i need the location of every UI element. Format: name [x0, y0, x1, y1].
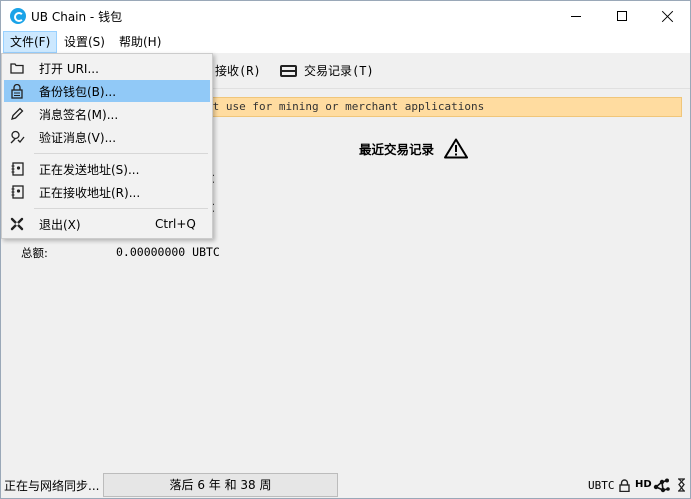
- menu-file[interactable]: 文件(F): [3, 31, 58, 53]
- minimize-icon: [571, 15, 581, 17]
- file-menu-dropdown: 打开 URI... 备份钱包(B)... 消息签名(M)... 验证消息(V).…: [1, 53, 213, 239]
- sync-status-text: 正在与网络同步...: [4, 479, 100, 493]
- pen-icon: [9, 106, 25, 122]
- menu-item-shortcut: Ctrl+Q: [155, 217, 196, 231]
- sync-progress-bar: 落后 6 年 和 38 周: [103, 473, 338, 497]
- menu-item-label: 退出(X): [39, 217, 81, 232]
- verify-icon: [9, 129, 25, 145]
- total-label: 总额:: [21, 246, 48, 260]
- unit-selector[interactable]: UBTC: [588, 479, 615, 492]
- network-icon[interactable]: [653, 477, 670, 493]
- tab-transactions[interactable]: 交易记录(T): [280, 62, 374, 79]
- maximize-button[interactable]: [599, 1, 645, 31]
- menu-item-label: 验证消息(V)...: [39, 130, 117, 145]
- address-book-icon: [9, 161, 25, 177]
- menu-item-open-uri[interactable]: 打开 URI...: [4, 57, 210, 79]
- menu-item-label: 消息签名(M)...: [39, 107, 119, 122]
- menu-settings[interactable]: 设置(S): [58, 31, 111, 53]
- menu-item-label: 备份钱包(B)...: [39, 84, 117, 99]
- backup-icon: [9, 83, 25, 99]
- window-title: UB Chain - 钱包: [31, 10, 123, 24]
- hd-wallet-indicator: HD: [635, 479, 652, 490]
- close-button[interactable]: [645, 1, 690, 31]
- menu-separator: [34, 208, 208, 209]
- menu-bar: 文件(F) 设置(S) 帮助(H): [1, 31, 690, 53]
- recent-transactions-title: 最近交易记录: [359, 142, 435, 157]
- menu-separator: [34, 153, 208, 154]
- total-value: 0.00000000 UBTC: [116, 245, 220, 259]
- sync-spinner-icon: [674, 477, 688, 493]
- menu-item-quit[interactable]: 退出(X) Ctrl+Q: [4, 213, 210, 235]
- menu-item-receiving-addresses[interactable]: 正在接收地址(R)...: [4, 181, 210, 203]
- warning-icon[interactable]: [444, 138, 469, 159]
- tab-receive[interactable]: 接收(R): [215, 62, 261, 79]
- menu-item-sending-addresses[interactable]: 正在发送地址(S)...: [4, 158, 210, 180]
- menu-item-label: 打开 URI...: [39, 61, 99, 76]
- menu-item-label: 正在发送地址(S)...: [39, 162, 140, 177]
- lock-icon: [617, 477, 631, 493]
- app-logo-icon: [10, 8, 26, 24]
- main-window: UB Chain - 钱包 文件(F) 设置(S) 帮助(H) 接收(R) 交易…: [0, 0, 691, 499]
- close-icon: [662, 10, 674, 22]
- title-bar: UB Chain - 钱包: [1, 1, 690, 31]
- status-bar: 正在与网络同步... 落后 6 年 和 38 周 UBTC HD: [1, 471, 690, 498]
- menu-item-sign-message[interactable]: 消息签名(M)...: [4, 103, 210, 125]
- quit-icon: [9, 216, 25, 232]
- menu-item-verify-message[interactable]: 验证消息(V)...: [4, 126, 210, 148]
- transactions-icon: [280, 64, 297, 77]
- minimize-button[interactable]: [553, 1, 599, 31]
- tab-transactions-label: 交易记录(T): [304, 64, 374, 78]
- maximize-icon: [617, 11, 627, 21]
- recent-transactions-header: 最近交易记录: [359, 138, 469, 159]
- address-book-icon: [9, 184, 25, 200]
- tab-receive-label: 接收(R): [215, 64, 261, 78]
- menu-help[interactable]: 帮助(H): [113, 31, 167, 53]
- folder-icon: [9, 60, 25, 76]
- menu-item-backup-wallet[interactable]: 备份钱包(B)...: [4, 80, 210, 102]
- menu-item-label: 正在接收地址(R)...: [39, 185, 141, 200]
